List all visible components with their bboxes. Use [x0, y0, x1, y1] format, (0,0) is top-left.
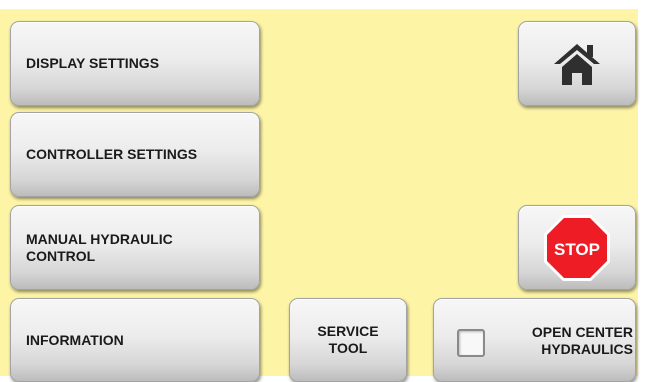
open-center-hydraulics-label-line1: OPEN CENTER — [531, 324, 633, 340]
stop-sign-text: STOP — [554, 240, 600, 259]
display-settings-label: DISPLAY SETTINGS — [26, 55, 160, 71]
manual-hydraulic-control-label: MANUAL HYDRAULIC CONTROL — [26, 231, 173, 265]
home-icon — [553, 42, 601, 86]
service-tool-label-line1: SERVICE — [317, 323, 379, 339]
information-button[interactable]: INFORMATION — [10, 298, 260, 382]
manual-hydraulic-control-label-line1: MANUAL HYDRAULIC — [26, 230, 173, 247]
controller-settings-label: CONTROLLER SETTINGS — [26, 146, 198, 162]
main-screen: DISPLAY SETTINGS CONTROLLER SETTINGS MAN… — [0, 9, 638, 382]
service-tool-label-line2: TOOL — [328, 340, 368, 356]
manual-hydraulic-control-button[interactable]: MANUAL HYDRAULIC CONTROL — [10, 205, 260, 290]
open-center-hydraulics-button[interactable]: OPEN CENTER HYDRAULICS — [433, 298, 636, 382]
manual-hydraulic-control-label-line2: CONTROL — [26, 247, 96, 264]
open-center-hydraulics-checkbox[interactable] — [457, 329, 485, 357]
service-tool-button[interactable]: SERVICE TOOL — [289, 298, 407, 382]
information-label: INFORMATION — [26, 331, 124, 348]
service-tool-label: SERVICE TOOL — [317, 323, 378, 357]
display-settings-button[interactable]: DISPLAY SETTINGS — [10, 21, 260, 106]
open-center-hydraulics-label: OPEN CENTER HYDRAULICS — [532, 324, 633, 358]
stop-sign-icon: STOP — [543, 214, 611, 282]
stop-button[interactable]: STOP — [518, 205, 636, 290]
home-button[interactable] — [518, 21, 636, 106]
open-center-hydraulics-label-line2: HYDRAULICS — [541, 341, 633, 357]
controller-settings-button[interactable]: CONTROLLER SETTINGS — [10, 112, 260, 197]
